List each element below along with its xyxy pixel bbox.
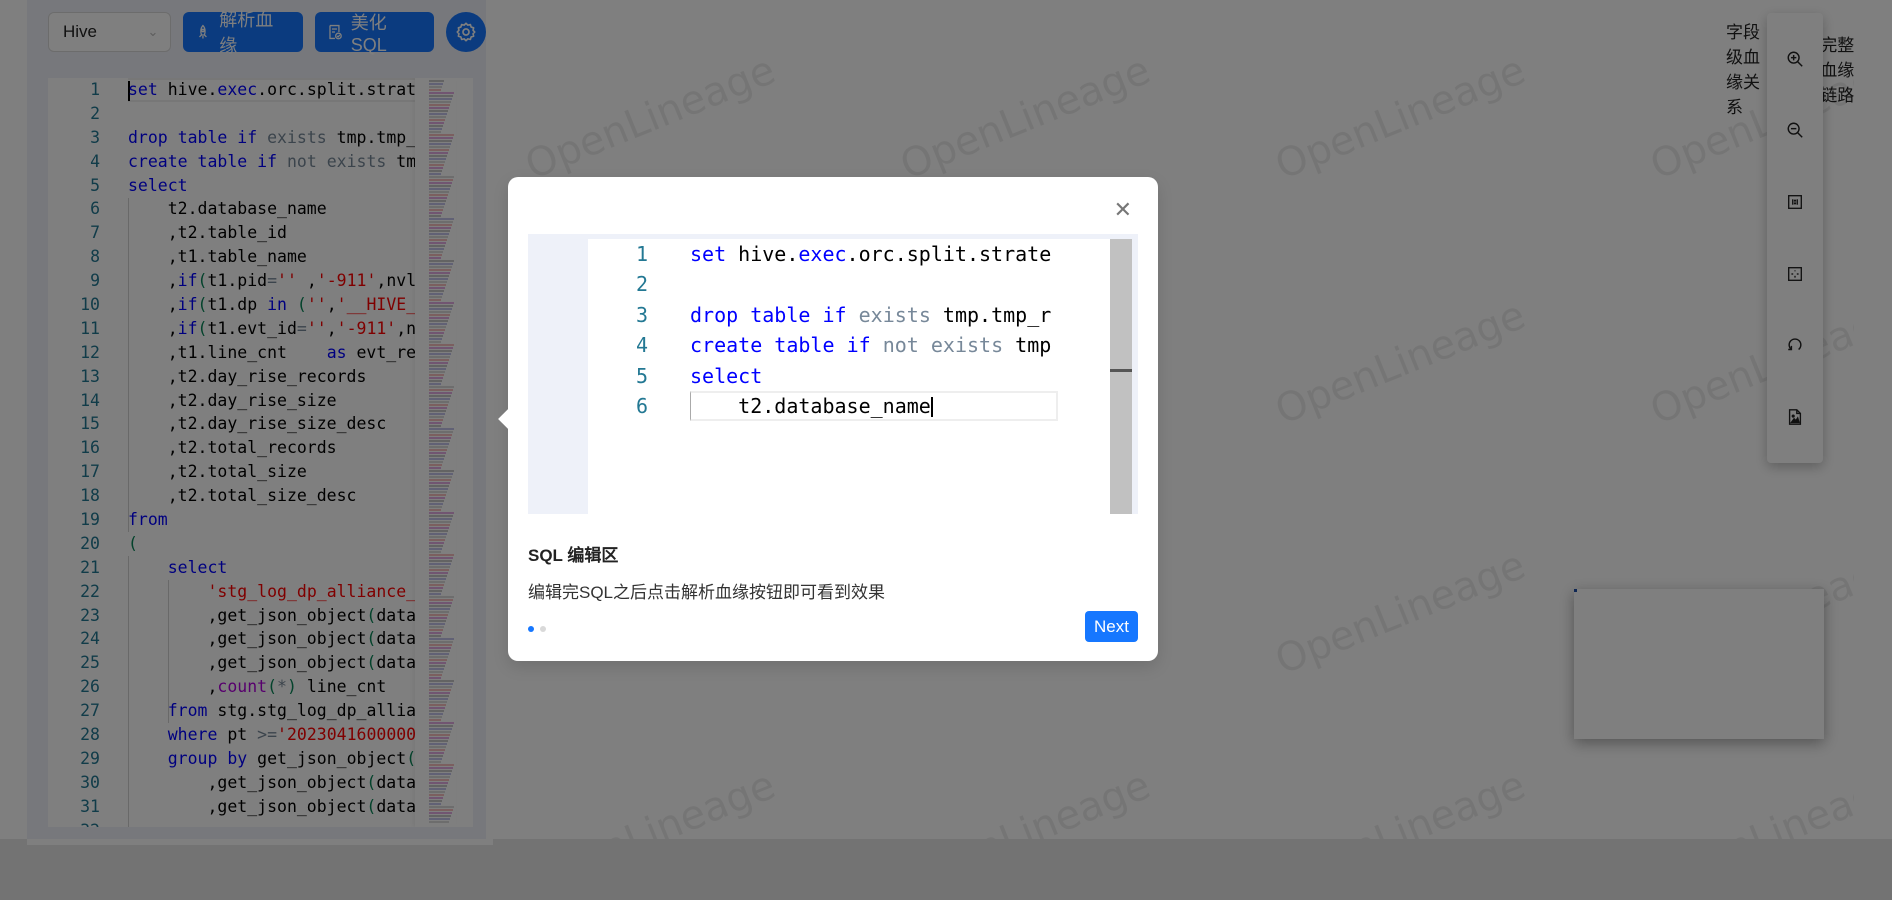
text-cursor: [930, 397, 933, 418]
close-button[interactable]: ✕: [1114, 199, 1132, 221]
tour-popover: ✕ 1 set hive.exec.orc.split.strate 2 3 drop …: [498, 177, 1158, 661]
step-dot: [540, 626, 546, 632]
cover-line-number: 6: [635, 393, 648, 418]
cover-line-number: 4: [635, 333, 648, 358]
cover-line-number: 3: [635, 302, 648, 327]
cover-scrollbar: [1110, 239, 1132, 514]
tour-step-indicator: [528, 626, 546, 632]
cover-code-line: 6 t2.database_name: [588, 391, 1058, 421]
cover-line-number: 2: [635, 272, 648, 297]
cover-code-line: 3 drop table if exists tmp.tmp_r: [588, 300, 1058, 330]
cover-line-number: 1: [635, 242, 648, 266]
cover-code-line: 1 set hive.exec.orc.split.strate: [588, 239, 1058, 269]
cover-line-number: 5: [635, 363, 648, 388]
tour-cover-image: 1 set hive.exec.orc.split.strate 2 3 drop ta…: [528, 234, 1138, 514]
cover-editor-preview: 1 set hive.exec.orc.split.strate 2 3 drop ta…: [588, 239, 1058, 514]
cover-code-line: 2: [588, 269, 1058, 299]
cover-minimap: [1058, 239, 1110, 514]
tour-title: SQL 编辑区: [528, 546, 619, 565]
tour-description: 编辑完SQL之后点击解析血缘按钮即可看到效果: [528, 583, 886, 602]
cover-code-line: 5 select: [588, 361, 1058, 391]
close-icon: ✕: [1113, 197, 1132, 222]
next-button[interactable]: Next: [1085, 611, 1138, 642]
cover-code-line: 4 create table if not exists tmp: [588, 330, 1058, 360]
cover-scroll-mark: [1110, 369, 1132, 372]
step-dot: [528, 626, 534, 632]
